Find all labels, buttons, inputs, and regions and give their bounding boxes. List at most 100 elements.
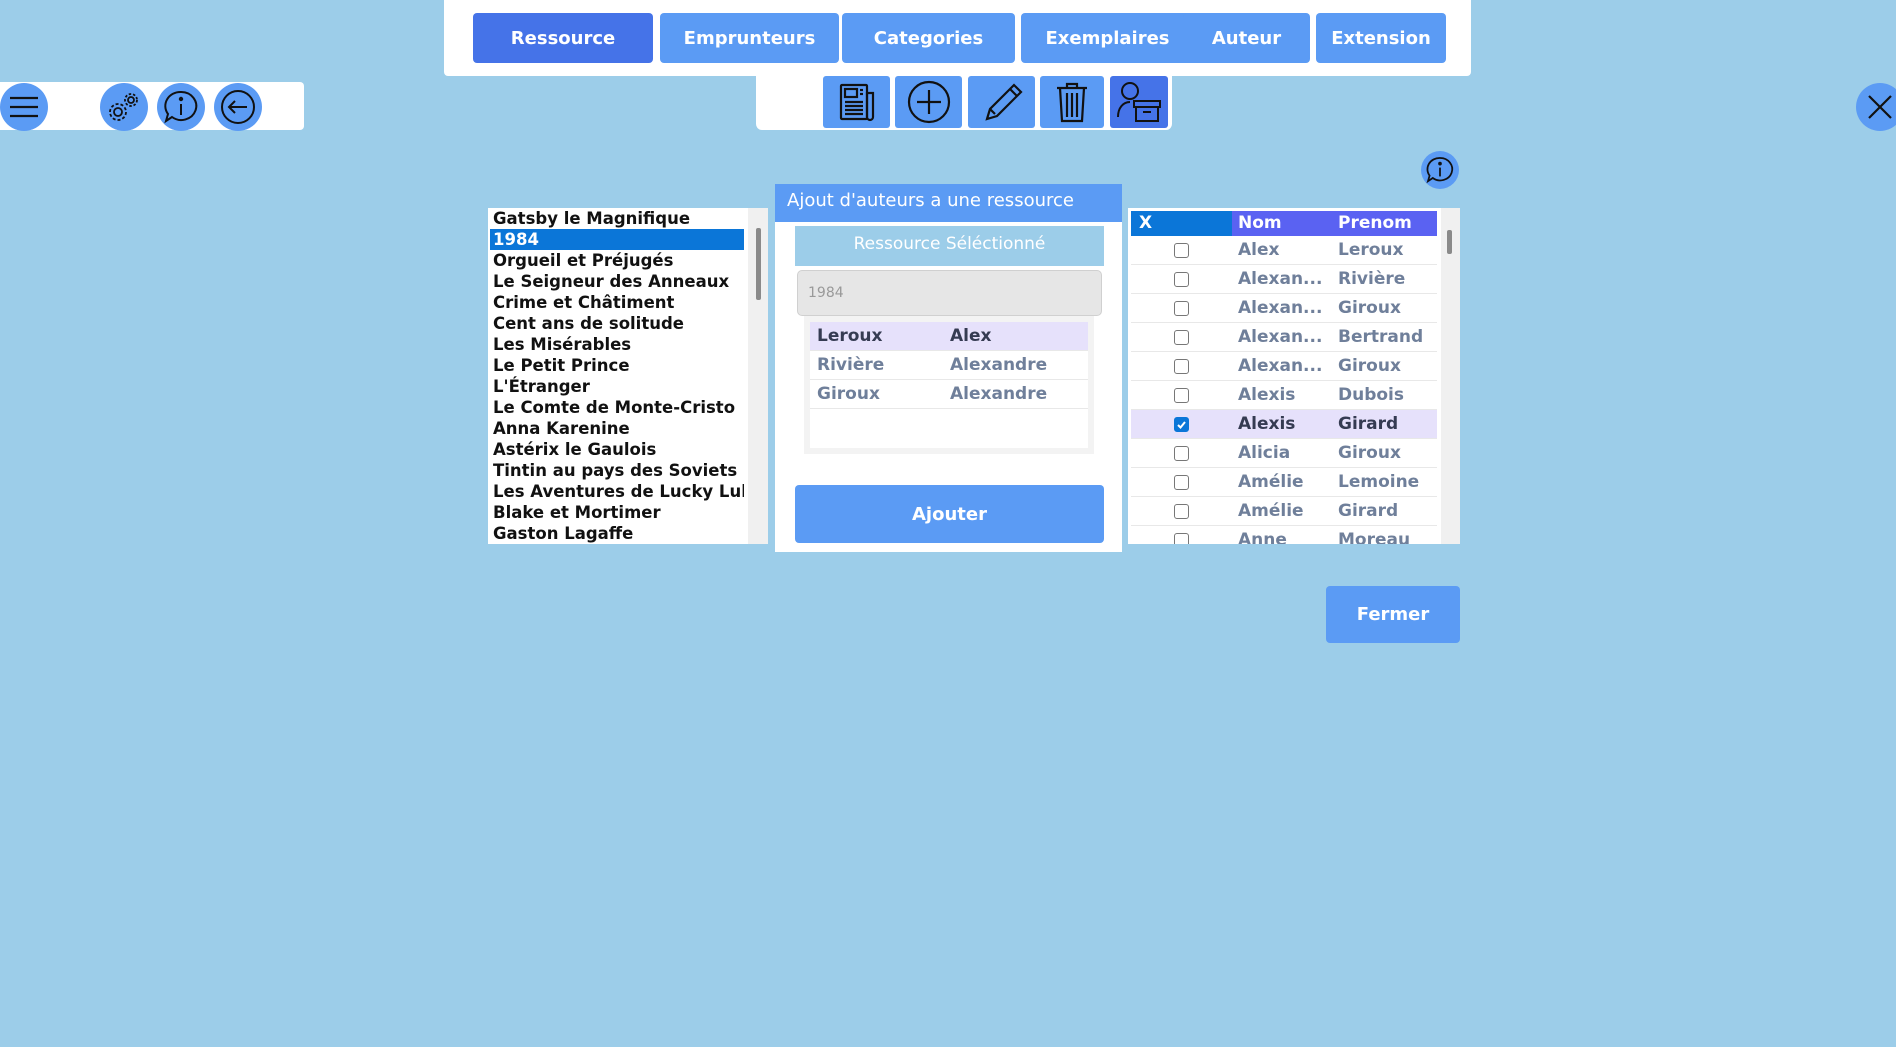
- author-nom: Giroux: [817, 384, 880, 404]
- resource-items: Gatsby le Magnifique 1984 Orgueil et Préju…: [488, 208, 768, 544]
- help-info-icon[interactable]: [1421, 151, 1459, 189]
- tab-auteur[interactable]: Auteur: [1183, 13, 1310, 63]
- header-x[interactable]: X: [1131, 211, 1232, 236]
- grid-header: X Nom Prenom: [1131, 211, 1437, 236]
- author-row[interactable]: Alexis Girard: [1131, 410, 1437, 439]
- selected-resource-field[interactable]: 1984: [797, 270, 1102, 316]
- resource-item[interactable]: Le Petit Prince: [488, 355, 744, 376]
- resource-item[interactable]: Orgueil et Préjugés: [488, 250, 744, 271]
- select-checkbox[interactable]: [1174, 445, 1189, 461]
- dialog-title: Ajout d'auteurs a une ressource: [775, 184, 1122, 222]
- select-checkbox[interactable]: [1174, 416, 1189, 432]
- newspaper-icon[interactable]: [823, 76, 890, 128]
- menu-icon[interactable]: [0, 83, 48, 131]
- resource-item[interactable]: Les Aventures de Lucky Luke: [488, 481, 744, 502]
- author-row[interactable]: Alexan... Rivière: [1131, 265, 1437, 294]
- header-nom[interactable]: Nom: [1232, 211, 1336, 236]
- action-toolbar: [756, 76, 1172, 130]
- resource-item[interactable]: Le Comte de Monte-Cristo: [488, 397, 744, 418]
- grid-scrollbar[interactable]: [1441, 208, 1460, 544]
- select-checkbox[interactable]: [1174, 387, 1189, 403]
- select-checkbox[interactable]: [1174, 271, 1189, 287]
- close-icon[interactable]: [1856, 83, 1896, 131]
- resource-item[interactable]: Gatsby le Magnifique: [488, 208, 744, 229]
- author-row[interactable]: Alex Leroux: [1131, 236, 1437, 265]
- info-icon[interactable]: [157, 83, 205, 131]
- author-row[interactable]: Alexan... Bertrand: [1131, 323, 1437, 352]
- select-checkbox[interactable]: [1174, 242, 1189, 258]
- author-nom: Rivière: [817, 355, 885, 375]
- resource-item[interactable]: Gaston Lagaffe: [488, 523, 744, 544]
- author-row[interactable]: Alicia Giroux: [1131, 439, 1437, 468]
- select-checkbox[interactable]: [1174, 474, 1189, 490]
- author-prenom: Girard: [1338, 501, 1399, 521]
- author-row[interactable]: Amélie Lemoine: [1131, 468, 1437, 497]
- author-prenom: Giroux: [1338, 356, 1401, 376]
- resource-item[interactable]: 1984: [490, 229, 744, 250]
- tab-categories[interactable]: Categories: [842, 13, 1015, 63]
- author-prenom: Rivière: [1338, 269, 1406, 289]
- author-row[interactable]: Alexan... Giroux: [1131, 294, 1437, 323]
- settings-icon[interactable]: [100, 83, 148, 131]
- author-prenom: Giroux: [1338, 298, 1401, 318]
- select-checkbox[interactable]: [1174, 503, 1189, 519]
- trash-icon[interactable]: [1040, 76, 1104, 128]
- add-author-dialog: Ajout d'auteurs a une ressource Ressourc…: [775, 184, 1122, 552]
- select-checkbox[interactable]: [1174, 532, 1189, 544]
- author-prenom: Alexandre: [950, 384, 1048, 404]
- resource-list-scrollbar[interactable]: [748, 208, 768, 544]
- tab-extension[interactable]: Extension: [1316, 13, 1446, 63]
- header-prenom[interactable]: Prenom: [1336, 211, 1437, 236]
- author-prenom: Bertrand: [1338, 327, 1424, 347]
- resource-item[interactable]: Les Misérables: [488, 334, 744, 355]
- add-circle-icon[interactable]: [895, 76, 962, 128]
- user-archive-icon[interactable]: [1110, 76, 1168, 128]
- assigned-author-row[interactable]: Giroux Alexandre: [810, 380, 1088, 409]
- tab-ressource[interactable]: Ressource: [473, 13, 653, 63]
- author-nom: Alex: [1238, 240, 1280, 260]
- pencil-icon[interactable]: [968, 76, 1035, 128]
- author-nom: Alexis: [1238, 414, 1296, 434]
- author-prenom: Alexandre: [950, 355, 1048, 375]
- author-prenom: Moreau: [1338, 530, 1411, 544]
- left-mini-bar: [0, 82, 304, 131]
- author-nom: Alexis: [1238, 385, 1296, 405]
- author-nom: Alicia: [1238, 443, 1291, 463]
- author-nom: Alexan...: [1238, 298, 1323, 318]
- author-row[interactable]: Anne Moreau: [1131, 526, 1437, 544]
- top-tab-bar: Ressource Emprunteurs Categories Exempla…: [444, 0, 1471, 76]
- scrollbar-thumb[interactable]: [1447, 230, 1452, 254]
- resource-item[interactable]: Le Seigneur des Anneaux: [488, 271, 744, 292]
- author-prenom: Lemoine: [1338, 472, 1420, 492]
- resource-item[interactable]: Blake et Mortimer: [488, 502, 744, 523]
- assigned-author-row[interactable]: Rivière Alexandre: [810, 351, 1088, 380]
- author-prenom: Alex: [950, 326, 992, 346]
- author-nom: Alexan...: [1238, 269, 1323, 289]
- author-prenom: Dubois: [1338, 385, 1405, 405]
- scrollbar-thumb[interactable]: [756, 228, 761, 300]
- resource-list[interactable]: Gatsby le Magnifique 1984 Orgueil et Préju…: [488, 208, 768, 544]
- resource-item[interactable]: Crime et Châtiment: [488, 292, 744, 313]
- resource-item[interactable]: Astérix le Gaulois: [488, 439, 744, 460]
- resource-item[interactable]: Anna Karenine: [488, 418, 744, 439]
- back-arrow-icon[interactable]: [214, 83, 262, 131]
- tab-emprunteurs[interactable]: Emprunteurs: [660, 13, 839, 63]
- resource-item[interactable]: Tintin au pays des Soviets: [488, 460, 744, 481]
- select-checkbox[interactable]: [1174, 358, 1189, 374]
- select-checkbox[interactable]: [1174, 300, 1189, 316]
- author-prenom: Leroux: [1338, 240, 1404, 260]
- resource-item[interactable]: Cent ans de solitude: [488, 313, 744, 334]
- author-prenom: Giroux: [1338, 443, 1401, 463]
- grid-rows: Alex Leroux Alexan... Rivière Alexan... Girou…: [1131, 236, 1437, 544]
- select-checkbox[interactable]: [1174, 329, 1189, 345]
- assigned-author-row[interactable]: Leroux Alex: [810, 322, 1088, 351]
- author-nom: Alexan...: [1238, 327, 1323, 347]
- resource-item[interactable]: L'Étranger: [488, 376, 744, 397]
- author-nom: Leroux: [817, 326, 883, 346]
- author-row[interactable]: Alexis Dubois: [1131, 381, 1437, 410]
- author-row[interactable]: Amélie Girard: [1131, 497, 1437, 526]
- add-button[interactable]: Ajouter: [795, 485, 1104, 543]
- close-button[interactable]: Fermer: [1326, 586, 1460, 643]
- tab-exemplaires[interactable]: Exemplaires: [1021, 13, 1194, 63]
- author-row[interactable]: Alexan... Giroux: [1131, 352, 1437, 381]
